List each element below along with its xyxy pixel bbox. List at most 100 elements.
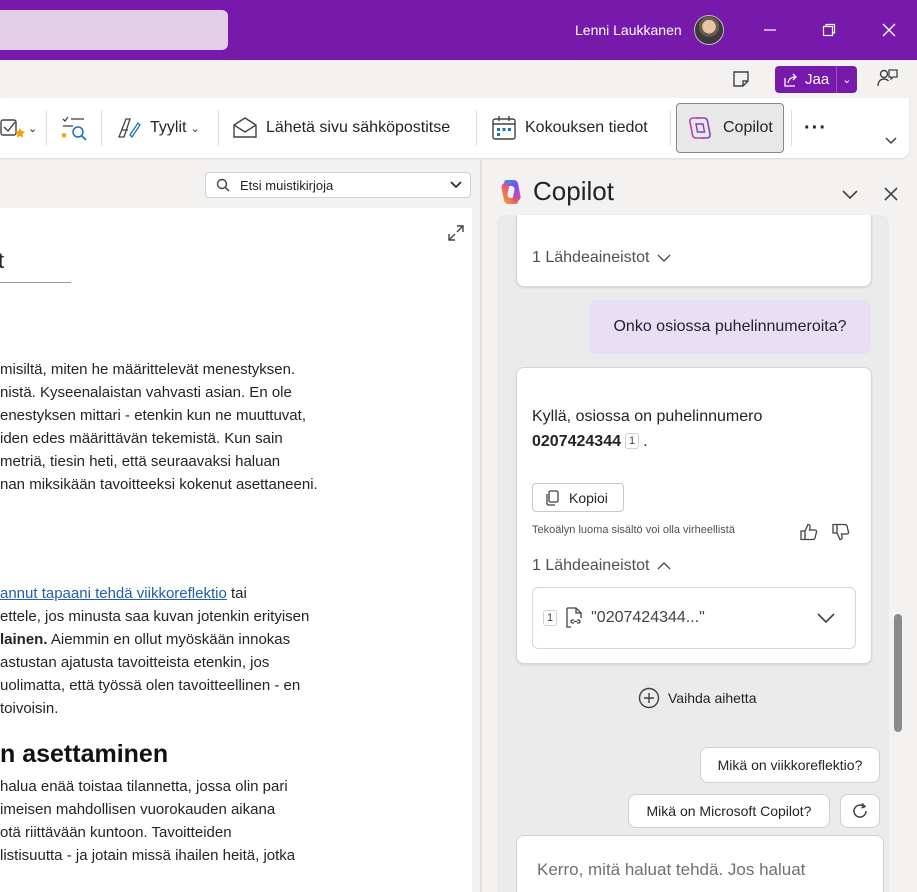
chat-scrollbar[interactable] <box>894 614 902 732</box>
calendar-icon <box>492 116 516 140</box>
text-fragment: tai <box>226 585 247 602</box>
title-search-box[interactable] <box>0 10 228 50</box>
minimize-icon <box>764 29 776 31</box>
phone-number: 0207424344 <box>532 433 621 450</box>
close-pane-icon[interactable] <box>881 184 901 204</box>
text-line: astustan ajatusta tavoitteista etenkin, … <box>0 654 270 671</box>
citation-badge[interactable]: 1 <box>624 433 640 449</box>
note-paragraph-1[interactable]: misiltä, miten he määrittelevät menestyk… <box>0 358 318 496</box>
notebook-search-input[interactable]: Etsi muistikirjoja <box>205 172 471 198</box>
text-line: imeisen mahdollisen vuorokauden aikana <box>0 801 276 818</box>
note-paragraph-2[interactable]: annut tapaani tehdä viikkoreflektio tai … <box>0 582 309 720</box>
sources-toggle[interactable]: 1 Lähdeaineistot <box>532 557 671 575</box>
text-line: uolimatta, että työssä olen tavoitteelli… <box>0 677 301 694</box>
copy-label: Kopioi <box>569 489 608 506</box>
new-topic-button[interactable]: Vaihda aihetta <box>638 687 756 709</box>
text-fragment: Aiemmin en ollut myöskään innokas <box>47 631 291 648</box>
copilot-title: Copilot <box>533 176 614 206</box>
find-tags-icon <box>61 116 87 141</box>
suggestion-chip[interactable]: Mikä on Microsoft Copilot? <box>628 794 830 828</box>
expand-icon[interactable] <box>447 224 465 242</box>
thumbs-down-icon[interactable] <box>831 522 851 542</box>
file-link-icon <box>566 607 582 628</box>
restore-button[interactable] <box>817 18 841 42</box>
chevron-down-icon[interactable] <box>450 180 462 190</box>
page-title-fragment[interactable]: t <box>0 248 4 274</box>
share-label: Jaa <box>805 71 830 88</box>
text-line: listisuutta - ja jotain missä ihailen he… <box>0 847 296 864</box>
share-button[interactable]: Jaa ⌄ <box>775 66 857 93</box>
copilot-ribbon-label: Copilot <box>723 119 773 136</box>
refresh-suggestions-button[interactable] <box>840 794 880 828</box>
share-icon <box>784 73 797 87</box>
suggestion-chip[interactable]: Mikä on viikkoreflektio? <box>700 747 880 783</box>
sources-label: 1 Lähdeaineistot <box>532 557 650 574</box>
ai-disclaimer: Tekoälyn luoma sisältö voi olla virheell… <box>532 524 735 536</box>
present-chat-icon[interactable] <box>875 67 899 91</box>
email-page-button[interactable]: Lähetä sivu sähköpostitse <box>232 98 450 158</box>
copilot-logo-icon <box>501 180 521 204</box>
chevron-down-icon[interactable] <box>817 612 835 624</box>
user-name: Lenni Laukkanen <box>575 22 682 38</box>
new-topic-label: Vaihda aihetta <box>668 690 757 706</box>
refresh-icon <box>853 802 867 818</box>
text-line: ettele, jos minusta saa kuvan jotenkin e… <box>0 608 310 625</box>
meeting-details-button[interactable]: Kokouksen tiedot <box>491 98 648 158</box>
source-index-badge: 1 <box>543 610 558 626</box>
checkbox-star-icon <box>0 119 25 138</box>
meeting-details-label: Kokouksen tiedot <box>525 119 648 136</box>
text-line: metriä, tiesin heti, että seuraavaksi ha… <box>0 453 281 470</box>
text-line: misiltä, miten he määrittelevät menestyk… <box>0 361 296 378</box>
source-text: "0207424344..." <box>591 609 705 626</box>
viikkoreflektio-link[interactable]: annut tapaani tehdä viikkoreflektio <box>0 585 227 602</box>
avatar[interactable] <box>694 15 724 45</box>
prompt-placeholder: Kerro, mitä haluat tehdä. Jos haluat <box>537 860 806 879</box>
mail-icon <box>233 117 257 138</box>
note-paragraph-3[interactable]: halua enää toistaa tilannetta, jossa oli… <box>0 775 295 867</box>
styles-label: Tyylit <box>150 119 187 136</box>
page-title-underline <box>0 282 71 283</box>
answer-line: Kyllä, osiossa on puhelinnumero <box>532 408 763 425</box>
close-icon <box>882 23 896 37</box>
text-line: otä riittävään kuntoon. Tavoitteiden <box>0 824 232 841</box>
text-line: toivoisin. <box>0 700 59 717</box>
text-line: halua enää toistaa tilannetta, jossa oli… <box>0 778 288 795</box>
email-page-label: Lähetä sivu sähköpostitse <box>266 119 451 136</box>
text-line: nistä. Kyseenalaistan vahvasti asian. En… <box>0 384 292 401</box>
search-icon <box>216 178 230 192</box>
answer-end: . <box>643 433 648 450</box>
previous-sources-label: 1 Lähdeaineistot <box>532 249 650 266</box>
title-bar: Lenni Laukkanen <box>0 0 917 60</box>
thumbs-up-icon[interactable] <box>799 522 819 542</box>
answer-text: Kyllä, osiossa on puhelinnumero 02074243… <box>532 404 762 454</box>
ribbon: ⌄ Tyylit ⌄ Lähetä sivu sähköpostitse Kok… <box>0 98 909 158</box>
sticky-notes-icon[interactable] <box>731 69 751 89</box>
ribbon-expand-chevron-icon[interactable] <box>884 136 898 146</box>
chevron-down-icon <box>657 254 671 262</box>
more-options-button[interactable]: ··· <box>804 98 827 158</box>
restore-icon <box>822 23 836 37</box>
copilot-outline-icon <box>689 117 711 139</box>
find-tags-button[interactable] <box>60 98 88 158</box>
add-circle-icon <box>638 687 660 709</box>
minimize-button[interactable] <box>758 18 782 42</box>
collapse-chevron-icon[interactable] <box>840 184 860 204</box>
previous-sources-toggle[interactable]: 1 Lähdeaineistot <box>532 249 671 267</box>
tag-checkbox-button[interactable]: ⌄ <box>0 98 37 158</box>
source-item[interactable]: 1 "0207424344..." <box>532 587 856 649</box>
prompt-input[interactable]: Kerro, mitä haluat tehdä. Jos haluat <box>516 835 884 892</box>
text-line: nan miksikään tavoitteeksi kokenut asett… <box>0 476 318 493</box>
section-heading[interactable]: n asettaminen <box>0 740 168 769</box>
user-message: Onko osiossa puhelinnumeroita? <box>589 300 871 354</box>
chevron-down-icon[interactable]: ⌄ <box>842 73 851 86</box>
text-line: iden edes määrittävän tekemistä. Kun sai… <box>0 430 283 447</box>
copilot-ribbon-button[interactable]: Copilot <box>676 103 784 153</box>
copy-icon <box>546 489 559 506</box>
copy-button[interactable]: Kopioi <box>532 483 624 512</box>
styles-pen-icon <box>118 118 141 139</box>
notebook-search-placeholder: Etsi muistikirjoja <box>240 177 334 193</box>
bold-text: lainen. <box>0 631 48 648</box>
close-window-button[interactable] <box>877 18 901 42</box>
chevron-up-icon <box>657 562 671 570</box>
styles-button[interactable]: Tyylit ⌄ <box>116 98 200 158</box>
